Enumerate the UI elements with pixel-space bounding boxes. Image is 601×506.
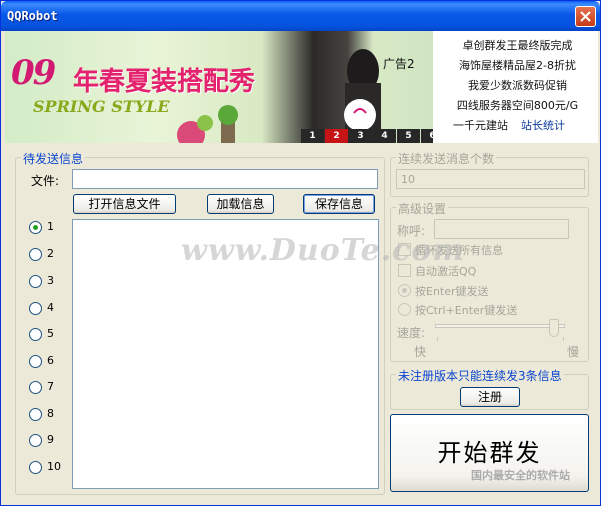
ad-tabs: 1 2 3 4 5 6: [301, 129, 433, 143]
ad-tab[interactable]: 4: [373, 129, 396, 143]
slot-radio-label: 3: [47, 274, 54, 287]
speed-slider-thumb[interactable]: [549, 319, 559, 337]
ad-link[interactable]: 四线服务器空间800元/G: [437, 97, 598, 113]
slider-tick: [563, 337, 564, 341]
slot-radio-label: 6: [47, 354, 54, 367]
slot-radio[interactable]: [29, 275, 42, 288]
slot-radio-label: 9: [47, 433, 54, 446]
slot-radio-label: 7: [47, 380, 54, 393]
slot-radio-label: 5: [47, 327, 54, 340]
ad-image[interactable]: 09 年春夏装搭配秀 SPRING STYLE 广告2 1 2 3 4 5 6: [5, 31, 433, 143]
ctrl-enter-send-label: 按Ctrl+Enter键发送: [415, 304, 518, 317]
close-icon: [580, 11, 591, 22]
title-bar[interactable]: QQRobot: [1, 1, 600, 31]
ad-tab[interactable]: 1: [301, 129, 324, 143]
slot-radio[interactable]: [29, 461, 42, 474]
slot-radio-label: 1: [47, 220, 54, 233]
send-group-title: 待发送信息: [21, 150, 86, 167]
ad-year: 09: [11, 53, 56, 93]
ad-link[interactable]: 一千元建站: [453, 117, 508, 133]
speed-slow-label: 慢: [567, 345, 580, 359]
load-message-button[interactable]: 加载信息: [207, 194, 274, 214]
window-title: QQRobot: [7, 9, 58, 23]
close-button[interactable]: [575, 6, 596, 27]
slot-radio-label: 2: [47, 247, 54, 260]
app-window: QQRobot 09 年春夏装搭配秀 SPRING STYLE 广告2 1 2 …: [0, 0, 601, 506]
advanced-group-title: 高级设置: [396, 200, 449, 217]
speed-slider-track: [435, 324, 565, 328]
save-message-button[interactable]: 保存信息: [303, 194, 375, 214]
ad-links: 卓创群发王最终版完成 海饰屋楼精品屋2-8折扰 我爱少数派数码促销 四线服务器空…: [437, 31, 598, 143]
slot-radio-label: 8: [47, 407, 54, 420]
slider-tick: [437, 337, 438, 341]
enter-send-label: 按Enter键发送: [415, 285, 489, 298]
open-file-button[interactable]: 打开信息文件: [73, 194, 176, 214]
ad-tab[interactable]: 3: [349, 129, 372, 143]
slot-radio[interactable]: [29, 328, 42, 341]
file-label: 文件:: [31, 174, 60, 188]
ad-link[interactable]: 我爱少数派数码促销: [437, 77, 598, 93]
slot-radio-label: 10: [47, 460, 61, 473]
ad-subtitle: SPRING STYLE: [33, 97, 170, 116]
watermark: www.DuoTe.com: [181, 233, 466, 268]
speed-label: 速度:: [397, 326, 426, 340]
slot-radio[interactable]: [29, 408, 42, 421]
register-notice: 未注册版本只能连续发3条信息: [396, 367, 564, 384]
ad-link[interactable]: 海饰屋楼精品屋2-8折扰: [437, 57, 598, 73]
ad-link[interactable]: 卓创群发王最终版完成: [437, 37, 598, 53]
slot-radio[interactable]: [29, 355, 42, 368]
slot-radio[interactable]: [29, 221, 42, 234]
slot-radio[interactable]: [29, 302, 42, 315]
count-group-title: 连续发送消息个数: [396, 150, 497, 167]
slot-radio-label: 4: [47, 301, 54, 314]
slot-radio[interactable]: [29, 381, 42, 394]
enter-send-radio[interactable]: [398, 284, 411, 297]
file-path-input[interactable]: [72, 169, 378, 189]
speed-fast-label: 快: [414, 345, 427, 359]
register-button[interactable]: 注册: [460, 387, 520, 407]
ad-banner: 09 年春夏装搭配秀 SPRING STYLE 广告2 1 2 3 4 5 6 …: [5, 31, 598, 143]
ad-tab[interactable]: 6: [421, 129, 433, 143]
ctrl-enter-send-radio[interactable]: [398, 303, 411, 316]
count-input[interactable]: 10: [396, 169, 585, 189]
slot-radio[interactable]: [29, 434, 42, 447]
ad-headline: 年春夏装搭配秀: [73, 67, 256, 97]
ad-slot-label: 广告2: [383, 57, 415, 71]
stat-link[interactable]: 站长统计: [521, 117, 565, 133]
ad-tab[interactable]: 5: [397, 129, 420, 143]
slot-radio[interactable]: [29, 248, 42, 261]
watermark-sub: 国内最安全的软件站: [471, 469, 570, 482]
ad-tab[interactable]: 2: [325, 129, 348, 143]
